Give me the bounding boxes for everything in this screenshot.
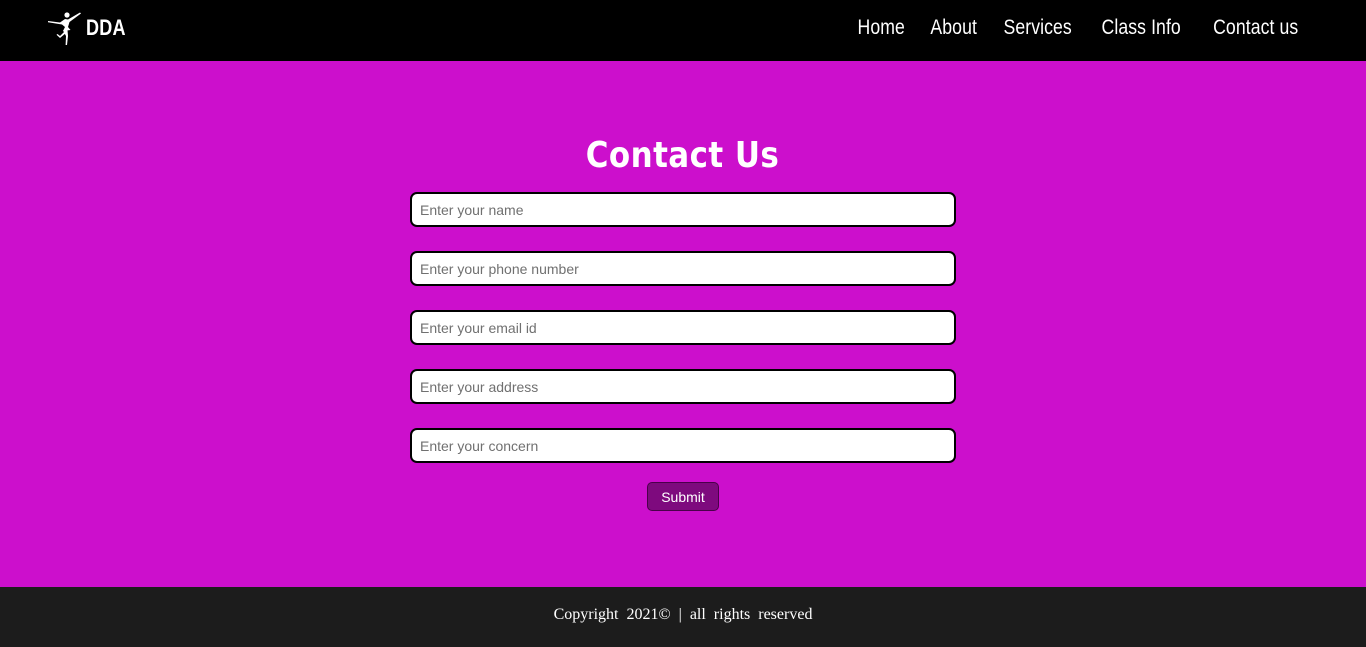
contact-section: Contact Us Submit: [0, 61, 1366, 587]
nav-link-class-info[interactable]: Class Info: [1102, 16, 1181, 40]
nav-link-about[interactable]: About: [930, 16, 977, 40]
navbar: DDA Home About Services Class Info Conta…: [0, 0, 1366, 61]
nav-item-home: Home: [856, 16, 906, 40]
nav-item-services: Services: [1000, 16, 1075, 40]
nav-item-class-info: Class Info: [1097, 16, 1185, 40]
phone-field[interactable]: [410, 251, 956, 286]
nav-link-services[interactable]: Services: [1003, 16, 1071, 40]
brand-link[interactable]: DDA: [46, 10, 135, 46]
ballerina-icon: [48, 12, 81, 45]
email-field[interactable]: [410, 310, 956, 345]
main-nav: Home About Services Class Info Contact u…: [834, 0, 1303, 56]
footer: Copyright 2021© | all rights reserved: [0, 587, 1366, 647]
brand-name: DDA: [86, 15, 126, 40]
nav-link-home[interactable]: Home: [858, 16, 905, 40]
nav-link-contact[interactable]: Contact us: [1213, 16, 1298, 40]
page-title-text: Contact Us: [586, 135, 780, 176]
submit-button[interactable]: Submit: [647, 482, 719, 511]
concern-field[interactable]: [410, 428, 956, 463]
nav-item-contact: Contact us: [1208, 16, 1303, 40]
address-field[interactable]: [410, 369, 956, 404]
nav-item-about: About: [929, 16, 978, 40]
name-field[interactable]: [410, 192, 956, 227]
copyright-text: Copyright 2021© | all rights reserved: [553, 606, 813, 623]
page-title: Contact Us: [0, 134, 1366, 178]
